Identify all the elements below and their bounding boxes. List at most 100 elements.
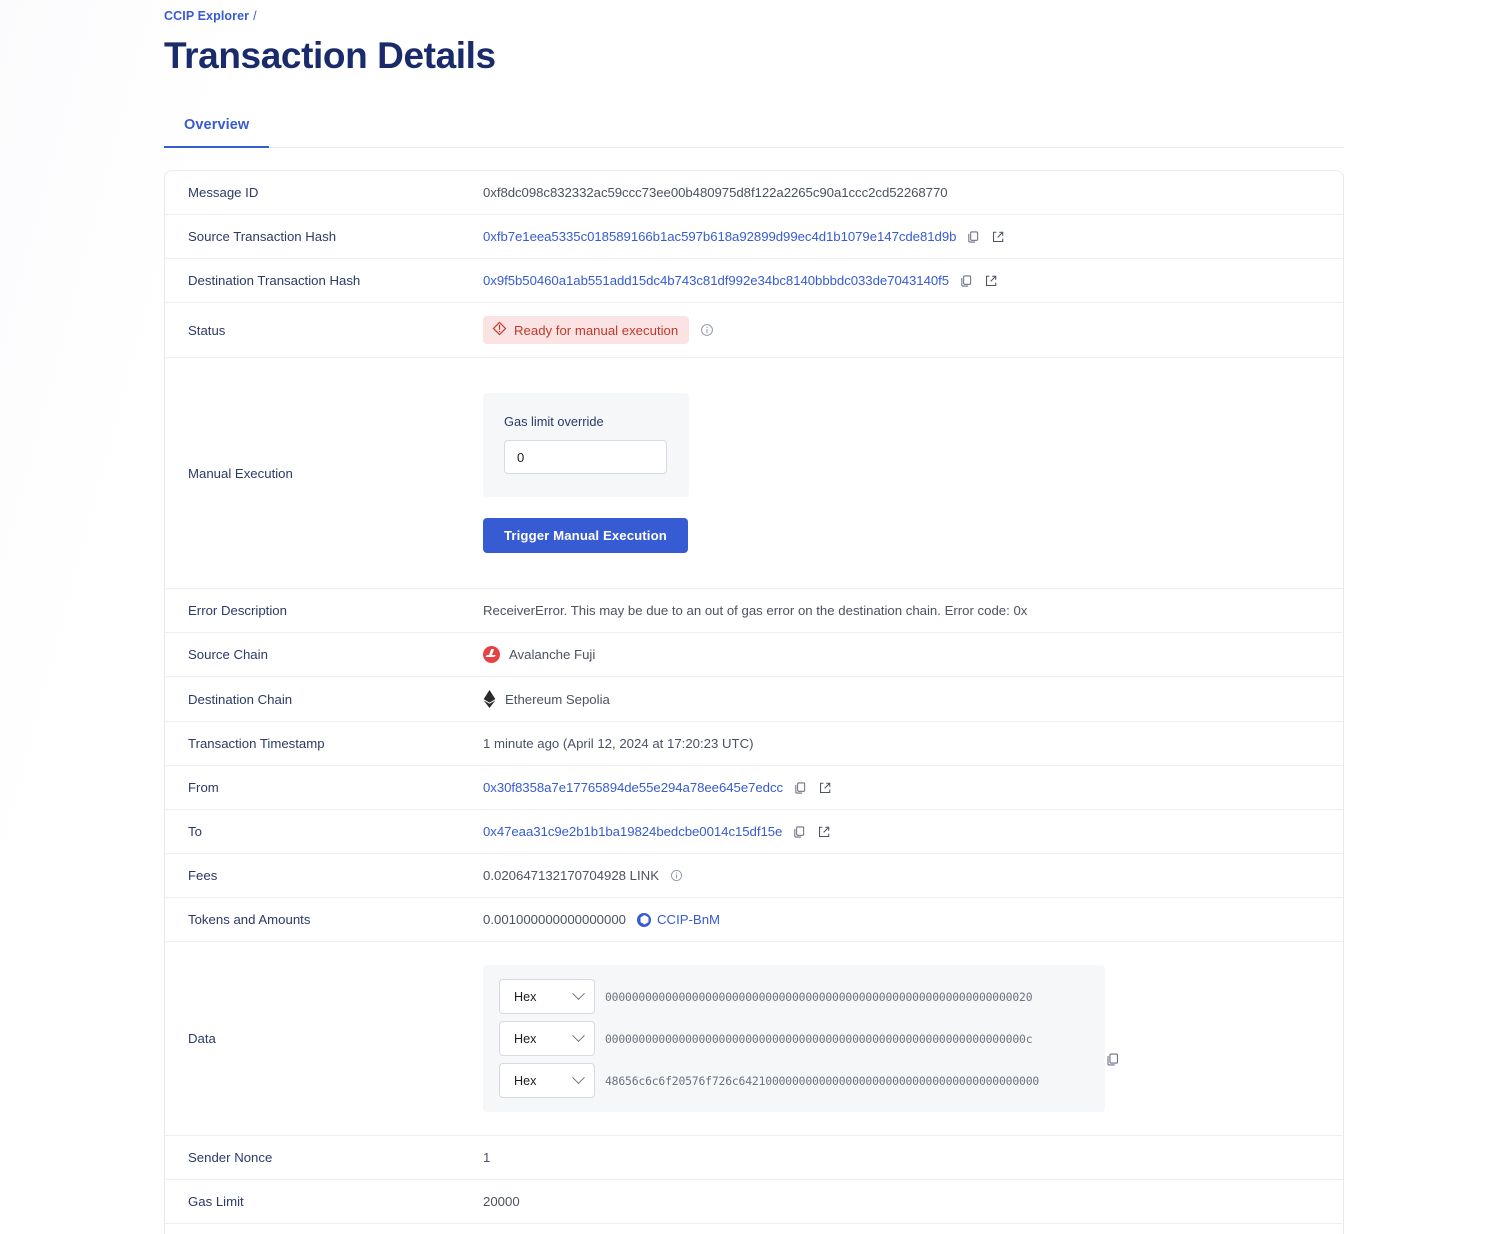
external-link-icon[interactable] [817,780,833,796]
to-address-link[interactable]: 0x47eaa31c9e2b1b1ba19824bedcbe0014c15df1… [483,824,782,839]
source-transaction-hash-link[interactable]: 0xfb7e1eea5335c018589166b1ac597b618a9289… [483,229,956,244]
page-content: CCIP Explorer / Transaction Details Over… [164,0,1344,1234]
destination-chain: Ethereum Sepolia [483,690,610,708]
ethereum-icon [483,690,496,708]
row-value: Gas limit override Trigger Manual Execut… [483,358,1343,588]
info-icon[interactable] [700,323,714,337]
data-format-label: Hex [514,1031,537,1046]
row-label: Tokens and Amounts [188,912,311,927]
table-row-from: From 0x30f8358a7e17765894de55e294a78ee64… [165,766,1343,810]
data-format-select-0[interactable]: Hex [499,979,595,1014]
row-value: 0x30f8358a7e17765894de55e294a78ee645e7ed… [483,766,1343,809]
destination-transaction-hash-link[interactable]: 0x9f5b50460a1ab551add15dc4b743c81df992e3… [483,273,949,288]
row-value: 0xfb7e1eea5335c018589166b1ac597b618a9289… [483,215,1343,258]
error-description-value: ReceiverError. This may be due to an out… [483,603,1028,618]
row-label: Status [188,322,226,338]
table-row-fees: Fees 0.020647132170704928 LINK [165,854,1343,898]
row-value: Ethereum Sepolia [483,677,1343,721]
table-row-destination-chain: Destination Chain Ethereum Sepolia [165,677,1343,722]
manual-execution-controls: Gas limit override Trigger Manual Execut… [483,371,689,575]
copy-icon[interactable] [1105,1052,1120,1070]
row-label: From [188,780,219,795]
external-link-icon[interactable] [816,824,832,840]
from-address-link[interactable]: 0x30f8358a7e17765894de55e294a78ee645e7ed… [483,780,783,795]
tab-overview[interactable]: Overview [164,113,270,148]
row-label: To [188,824,202,839]
data-format-select-2[interactable]: Hex [499,1063,595,1098]
row-value: Ready for manual execution [483,303,1343,357]
table-row-sender-nonce: Sender Nonce 1 [165,1136,1343,1180]
row-label: Source Transaction Hash [188,229,337,244]
transaction-details-table: Message ID 0xf8dc098c832332ac59ccc73ee00… [164,170,1344,1234]
row-value: 0.020647132170704928 LINK [483,854,1343,897]
gas-limit-panel: Gas limit override [483,393,689,497]
data-hex-value-0: 0000000000000000000000000000000000000000… [605,989,1033,1004]
row-label: Error Description [188,603,287,618]
table-row-tokens-and-amounts: Tokens and Amounts 0.001000000000000000 … [165,898,1343,942]
source-chain-label: Avalanche Fuji [509,647,596,662]
row-label: Sender Nonce [188,1150,273,1165]
tab-bar: Overview [164,113,1344,148]
message-id-value: 0xf8dc098c832332ac59ccc73ee00b480975d8f1… [483,185,948,200]
data-lines: Hex 000000000000000000000000000000000000… [499,979,1039,1098]
external-link-icon[interactable] [990,229,1006,245]
data-format-label: Hex [514,1073,537,1088]
row-label: Sequence Number [165,1224,483,1234]
table-row-source-chain: Source Chain Avalanche Fuji [165,633,1343,677]
row-value: 0x9f5b50460a1ab551add15dc4b743c81df992e3… [483,259,1343,302]
table-row-error-description: Error Description ReceiverError. This ma… [165,589,1343,633]
status-badge-label: Ready for manual execution [514,322,679,338]
row-value: 0x47eaa31c9e2b1b1ba19824bedcbe0014c15df1… [483,810,1343,853]
chevron-down-icon [572,1029,585,1043]
trigger-manual-execution-button[interactable]: Trigger Manual Execution [483,518,688,553]
table-row-status: Status Ready for manual execution [165,303,1343,358]
row-value: 9495 [483,1224,1343,1234]
data-panel: Hex 000000000000000000000000000000000000… [483,965,1105,1112]
row-label: Data [188,1031,216,1046]
table-row-gas-limit: Gas Limit 20000 [165,1180,1343,1224]
avalanche-icon [483,646,500,663]
transaction-details-page: CCIP Explorer / Transaction Details Over… [0,0,1500,1234]
breadcrumb: CCIP Explorer / [164,0,1344,23]
row-label: Transaction Timestamp [188,736,325,751]
table-row-to: To 0x47eaa31c9e2b1b1ba19824bedcbe0014c15… [165,810,1343,854]
row-label: Fees [188,868,218,883]
row-value: ReceiverError. This may be due to an out… [483,589,1343,632]
row-label: Manual Execution [188,465,293,481]
table-row-manual-execution: Manual Execution Gas limit override Trig… [165,358,1343,589]
status-badge: Ready for manual execution [483,316,690,344]
table-row-sequence-number: Sequence Number 9495 [165,1224,1343,1234]
chevron-down-icon [572,987,585,1001]
copy-icon[interactable] [958,273,974,289]
row-value: Avalanche Fuji [483,633,1343,676]
data-format-label: Hex [514,989,537,1004]
info-icon[interactable] [670,869,683,882]
data-line: Hex 000000000000000000000000000000000000… [499,979,1039,1014]
row-label: Message ID [188,185,259,200]
chevron-down-icon [572,1071,585,1085]
data-hex-value-2: 48656c6c6f20576f726c64210000000000000000… [605,1073,1040,1088]
transaction-timestamp-value: 1 minute ago (April 12, 2024 at 17:20:23… [483,736,754,751]
row-label: Destination Chain [188,691,293,707]
row-value: 0xf8dc098c832332ac59ccc73ee00b480975d8f1… [483,171,1343,214]
row-value: 1 [483,1136,1343,1179]
row-label: Gas Limit [188,1194,244,1209]
gas-limit-label: Gas limit override [504,414,604,429]
breadcrumb-link-ccip-explorer[interactable]: CCIP Explorer [164,9,249,23]
row-value: 1 minute ago (April 12, 2024 at 17:20:23… [483,722,1343,765]
gas-limit-input[interactable] [504,440,667,474]
gas-limit-value: 20000 [483,1194,520,1209]
copy-icon[interactable] [792,780,808,796]
external-link-icon[interactable] [983,273,999,289]
row-label: Source Chain [188,647,268,662]
copy-icon[interactable] [965,229,981,245]
fees-value: 0.020647132170704928 LINK [483,868,659,883]
data-format-select-1[interactable]: Hex [499,1021,595,1056]
ccip-token-icon [637,912,652,927]
table-row-transaction-timestamp: Transaction Timestamp 1 minute ago (Apri… [165,722,1343,766]
source-chain: Avalanche Fuji [483,646,595,663]
table-row-destination-transaction-hash: Destination Transaction Hash 0x9f5b50460… [165,259,1343,303]
table-row-data: Data Hex 0000000000000000000000000000000… [165,942,1343,1136]
copy-icon[interactable] [791,824,807,840]
token-symbol-link[interactable]: CCIP-BnM [657,912,720,927]
